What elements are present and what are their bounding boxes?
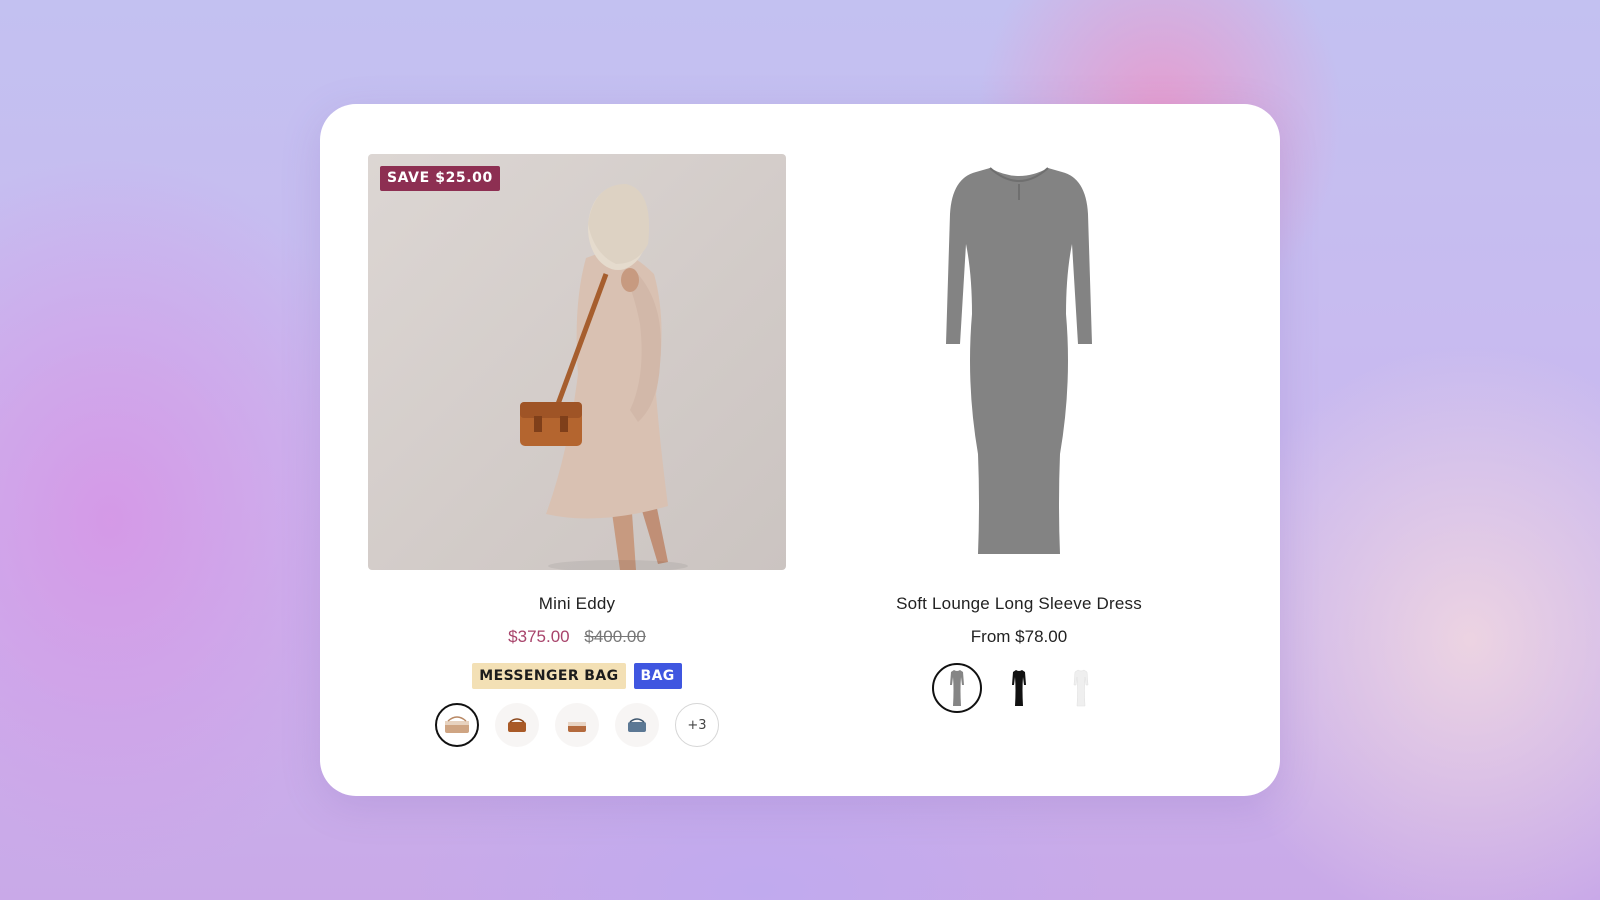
product-image[interactable] [810,154,1228,570]
bag-cognac-icon [508,718,526,732]
model-with-bag-illustration [520,184,688,570]
price-row: From $78.00 [810,627,1228,647]
bag-denim-icon [628,718,646,732]
product-title[interactable]: Soft Lounge Long Sleeve Dress [810,594,1228,614]
compare-at-price: $400.00 [584,627,646,646]
swatch-bag-denim[interactable] [615,703,659,747]
swatch-dress-black[interactable] [994,663,1044,713]
variant-swatches: +3 [368,703,786,747]
tag-messenger-bag: MESSENGER BAG [472,663,626,689]
variant-swatches [810,663,1228,713]
dress-gray-icon [950,670,964,706]
more-swatches-button[interactable]: +3 [675,703,719,747]
product-card-mini-eddy[interactable]: SAVE $25.00 Mini Eddy $375.00 $400.00 ME… [368,154,786,747]
gray-dress-illustration [946,167,1092,554]
save-badge: SAVE $25.00 [380,166,500,191]
bag-rust-icon [568,722,586,732]
swatch-bag-tan[interactable] [435,703,479,747]
sale-price: $375.00 [508,627,570,646]
product-card-soft-lounge-dress[interactable]: Soft Lounge Long Sleeve Dress From $78.0… [810,154,1228,713]
product-title[interactable]: Mini Eddy [368,594,786,614]
swatch-bag-rust[interactable] [555,703,599,747]
bag-tan-icon [445,716,469,733]
tag-bag: BAG [633,663,682,689]
product-image[interactable]: SAVE $25.00 [368,154,786,570]
product-tags: MESSENGER BAG BAG [368,663,786,689]
swatch-dress-gray[interactable] [932,663,982,713]
swatch-dress-white[interactable] [1056,663,1106,713]
price-from: From $78.00 [970,627,1068,646]
swatch-bag-cognac[interactable] [495,703,539,747]
dress-black-icon [1012,670,1026,706]
dress-white-icon [1073,669,1089,707]
price-row: $375.00 $400.00 [368,627,786,647]
product-grid-card: SAVE $25.00 Mini Eddy $375.00 $400.00 ME… [320,104,1280,796]
